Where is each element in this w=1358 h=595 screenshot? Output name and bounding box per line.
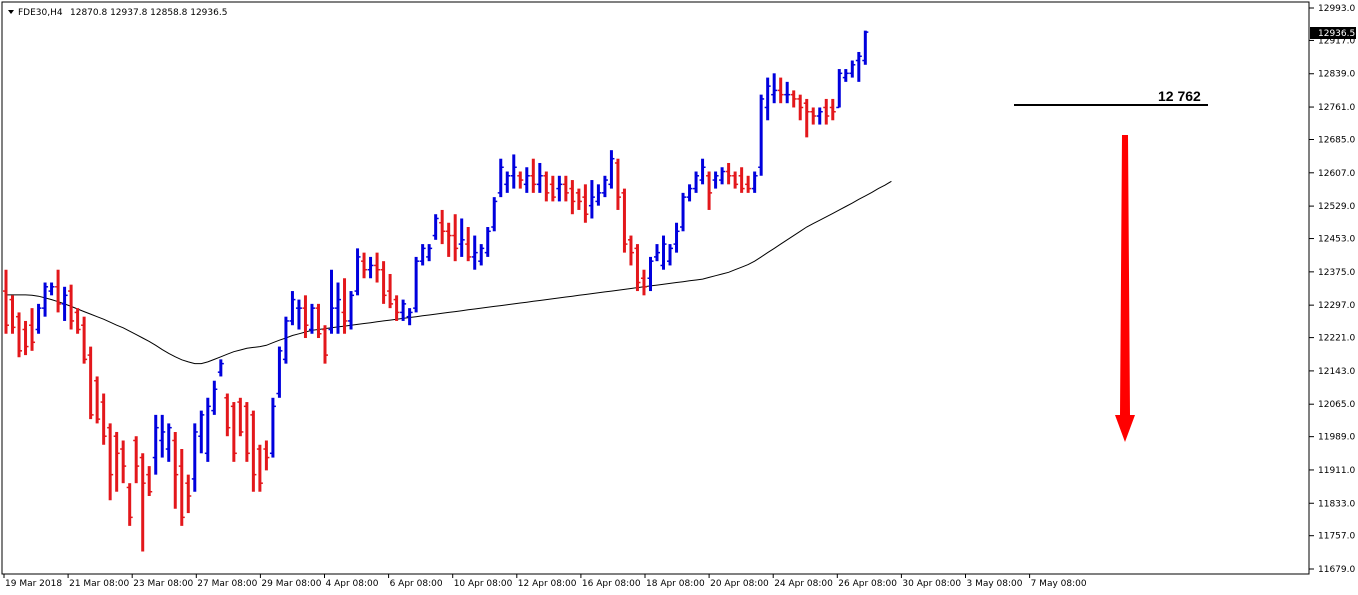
ohlc-label: 12870.8 12937.8 12858.8 12936.5: [70, 8, 227, 18]
y-tick-label: 12529.0: [1318, 202, 1355, 212]
x-tick-label: 21 Mar 08:00: [69, 579, 129, 589]
x-tick-label: 18 Apr 08:00: [646, 579, 705, 589]
x-axis: 19 Mar 2018 21 Mar 08:00 23 Mar 08:00 27 Ma…: [3, 574, 1087, 589]
y-tick-label: 11989.0: [1318, 433, 1355, 443]
y-axis: 12993.012917.012839.012761.012685.012607…: [1309, 4, 1355, 575]
symbol-label: FDE30,H4: [18, 8, 63, 18]
y-tick-label: 12065.0: [1318, 400, 1355, 410]
y-tick-label: 12993.0: [1318, 4, 1355, 14]
x-tick-label: 10 Apr 08:00: [454, 579, 513, 589]
level-label: 12 762: [1158, 88, 1201, 104]
x-tick-label: 6 Apr 08:00: [390, 579, 443, 589]
y-tick-label: 12375.0: [1318, 268, 1355, 278]
x-tick-label: 27 Mar 08:00: [197, 579, 257, 589]
y-tick-label: 12839.0: [1318, 70, 1355, 80]
y-tick-label: 11757.0: [1318, 532, 1355, 542]
y-tick-label: 11679.0: [1318, 565, 1355, 575]
y-tick-label: 11911.0: [1318, 466, 1355, 476]
plot-area[interactable]: [1, 1, 1310, 575]
x-tick-label: 23 Mar 08:00: [133, 579, 193, 589]
y-tick-label: 12221.0: [1318, 334, 1355, 344]
x-tick-label: 20 Apr 08:00: [710, 579, 769, 589]
x-tick-label: 29 Mar 08:00: [261, 579, 321, 589]
price-chart[interactable]: FDE30,H4 12870.8 12937.8 12858.8 12936.5…: [0, 0, 1358, 595]
y-tick-label: 12453.0: [1318, 235, 1355, 245]
y-tick-label: 11833.0: [1318, 499, 1355, 509]
y-tick-label: 12607.0: [1318, 169, 1355, 179]
current-price-label: 12936.5: [1318, 29, 1355, 39]
x-tick-label: 4 Apr 08:00: [326, 579, 379, 589]
x-tick-label: 19 Mar 2018: [5, 579, 62, 589]
current-price-box: 12936.5: [1310, 27, 1356, 39]
y-tick-label: 12761.0: [1318, 103, 1355, 113]
x-tick-label: 24 Apr 08:00: [774, 579, 833, 589]
x-tick-label: 12 Apr 08:00: [518, 579, 577, 589]
x-tick-label: 16 Apr 08:00: [582, 579, 641, 589]
x-tick-label: 26 Apr 08:00: [838, 579, 897, 589]
y-tick-label: 12297.0: [1318, 301, 1355, 311]
x-tick-label: 7 May 08:00: [1031, 579, 1087, 589]
y-tick-label: 12143.0: [1318, 367, 1355, 377]
chart-header: FDE30,H4 12870.8 12937.8 12858.8 12936.5: [8, 8, 227, 18]
y-tick-label: 12685.0: [1318, 135, 1355, 145]
x-tick-label: 3 May 08:00: [967, 579, 1023, 589]
x-tick-label: 30 Apr 08:00: [902, 579, 961, 589]
